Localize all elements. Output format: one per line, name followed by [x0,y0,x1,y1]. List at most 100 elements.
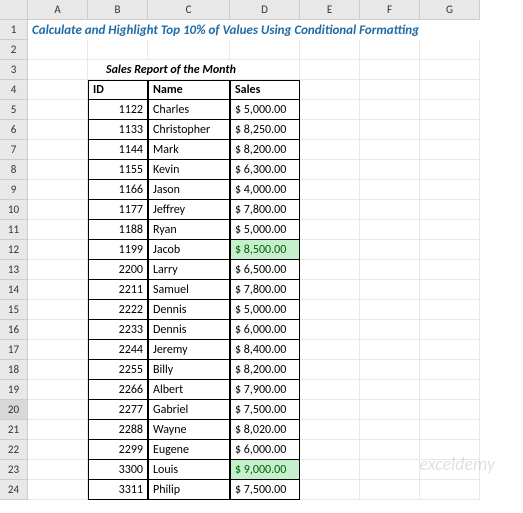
table-cell-name[interactable]: Louis [148,460,230,480]
empty-cell[interactable] [360,480,420,500]
empty-cell[interactable] [28,260,88,280]
empty-cell[interactable] [420,400,480,420]
empty-cell[interactable] [28,280,88,300]
table-cell-id[interactable]: 1144 [88,140,148,160]
table-cell-sales[interactable]: $ 8,020.00 [230,420,300,440]
empty-cell[interactable] [360,300,420,320]
table-cell-id[interactable]: 3300 [88,460,148,480]
table-cell-id[interactable]: 2299 [88,440,148,460]
row-header-18[interactable]: 18 [0,360,28,380]
table-cell-name[interactable]: Jason [148,180,230,200]
empty-cell[interactable] [360,340,420,360]
column-header-B[interactable]: B [88,0,148,20]
table-cell-id[interactable]: 2277 [88,400,148,420]
table-cell-name[interactable]: Wayne [148,420,230,440]
empty-cell[interactable] [420,140,480,160]
empty-cell[interactable] [28,200,88,220]
empty-cell[interactable] [300,380,360,400]
empty-cell[interactable] [420,220,480,240]
table-cell-name[interactable]: Billy [148,360,230,380]
empty-cell[interactable] [28,400,88,420]
empty-cell[interactable] [300,460,360,480]
empty-cell[interactable] [28,160,88,180]
empty-cell[interactable] [28,300,88,320]
empty-cell[interactable] [230,40,300,60]
row-header-13[interactable]: 13 [0,260,28,280]
empty-cell[interactable] [28,360,88,380]
row-header-14[interactable]: 14 [0,280,28,300]
row-header-11[interactable]: 11 [0,220,28,240]
table-cell-id[interactable]: 1133 [88,120,148,140]
table-cell-id[interactable]: 2200 [88,260,148,280]
table-cell-id[interactable]: 3311 [88,480,148,500]
empty-cell[interactable] [28,440,88,460]
empty-cell[interactable] [420,360,480,380]
empty-cell[interactable] [360,380,420,400]
empty-cell[interactable] [28,320,88,340]
empty-cell[interactable] [28,60,88,80]
table-cell-sales[interactable]: $ 6,300.00 [230,160,300,180]
table-header-id[interactable]: ID [88,80,148,100]
empty-cell[interactable] [360,40,420,60]
row-header-24[interactable]: 24 [0,480,28,500]
table-cell-id[interactable]: 1122 [88,100,148,120]
table-cell-name[interactable]: Dennis [148,320,230,340]
row-header-22[interactable]: 22 [0,440,28,460]
empty-cell[interactable] [28,420,88,440]
row-header-17[interactable]: 17 [0,340,28,360]
column-header-F[interactable]: F [360,0,420,20]
table-cell-id[interactable]: 1155 [88,160,148,180]
table-cell-name[interactable]: Albert [148,380,230,400]
row-header-6[interactable]: 6 [0,120,28,140]
empty-cell[interactable] [420,180,480,200]
empty-cell[interactable] [300,360,360,380]
empty-cell[interactable] [300,440,360,460]
table-cell-name[interactable]: Eugene [148,440,230,460]
row-header-7[interactable]: 7 [0,140,28,160]
empty-cell[interactable] [28,140,88,160]
row-header-19[interactable]: 19 [0,380,28,400]
empty-cell[interactable] [28,100,88,120]
empty-cell[interactable] [420,80,480,100]
empty-cell[interactable] [28,340,88,360]
column-header-G[interactable]: G [420,0,480,20]
row-header-3[interactable]: 3 [0,60,28,80]
table-cell-sales[interactable]: $ 5,000.00 [230,300,300,320]
table-cell-name[interactable]: Mark [148,140,230,160]
empty-cell[interactable] [360,80,420,100]
empty-cell[interactable] [420,420,480,440]
column-header-C[interactable]: C [148,0,230,20]
table-cell-id[interactable]: 1188 [88,220,148,240]
empty-cell[interactable] [148,40,230,60]
table-cell-sales[interactable]: $ 6,500.00 [230,260,300,280]
empty-cell[interactable] [420,460,480,480]
table-cell-id[interactable]: 1177 [88,200,148,220]
table-cell-id[interactable]: 2222 [88,300,148,320]
empty-cell[interactable] [360,440,420,460]
empty-cell[interactable] [300,480,360,500]
empty-cell[interactable] [420,60,480,80]
empty-cell[interactable] [28,80,88,100]
row-header-21[interactable]: 21 [0,420,28,440]
table-cell-sales[interactable]: $ 7,800.00 [230,280,300,300]
empty-cell[interactable] [300,200,360,220]
empty-cell[interactable] [360,360,420,380]
table-cell-name[interactable]: Jeremy [148,340,230,360]
empty-cell[interactable] [300,240,360,260]
table-cell-sales[interactable]: $ 6,000.00 [230,320,300,340]
empty-cell[interactable] [360,140,420,160]
empty-cell[interactable] [28,240,88,260]
table-cell-id[interactable]: 2244 [88,340,148,360]
row-header-5[interactable]: 5 [0,100,28,120]
empty-cell[interactable] [360,200,420,220]
empty-cell[interactable] [360,240,420,260]
column-header-D[interactable]: D [230,0,300,20]
table-cell-id[interactable]: 1166 [88,180,148,200]
table-cell-sales[interactable]: $ 7,500.00 [230,400,300,420]
empty-cell[interactable] [28,120,88,140]
empty-cell[interactable] [28,460,88,480]
empty-cell[interactable] [360,320,420,340]
table-cell-sales[interactable]: $ 8,500.00 [230,240,300,260]
empty-cell[interactable] [420,480,480,500]
row-header-20[interactable]: 20 [0,400,28,420]
